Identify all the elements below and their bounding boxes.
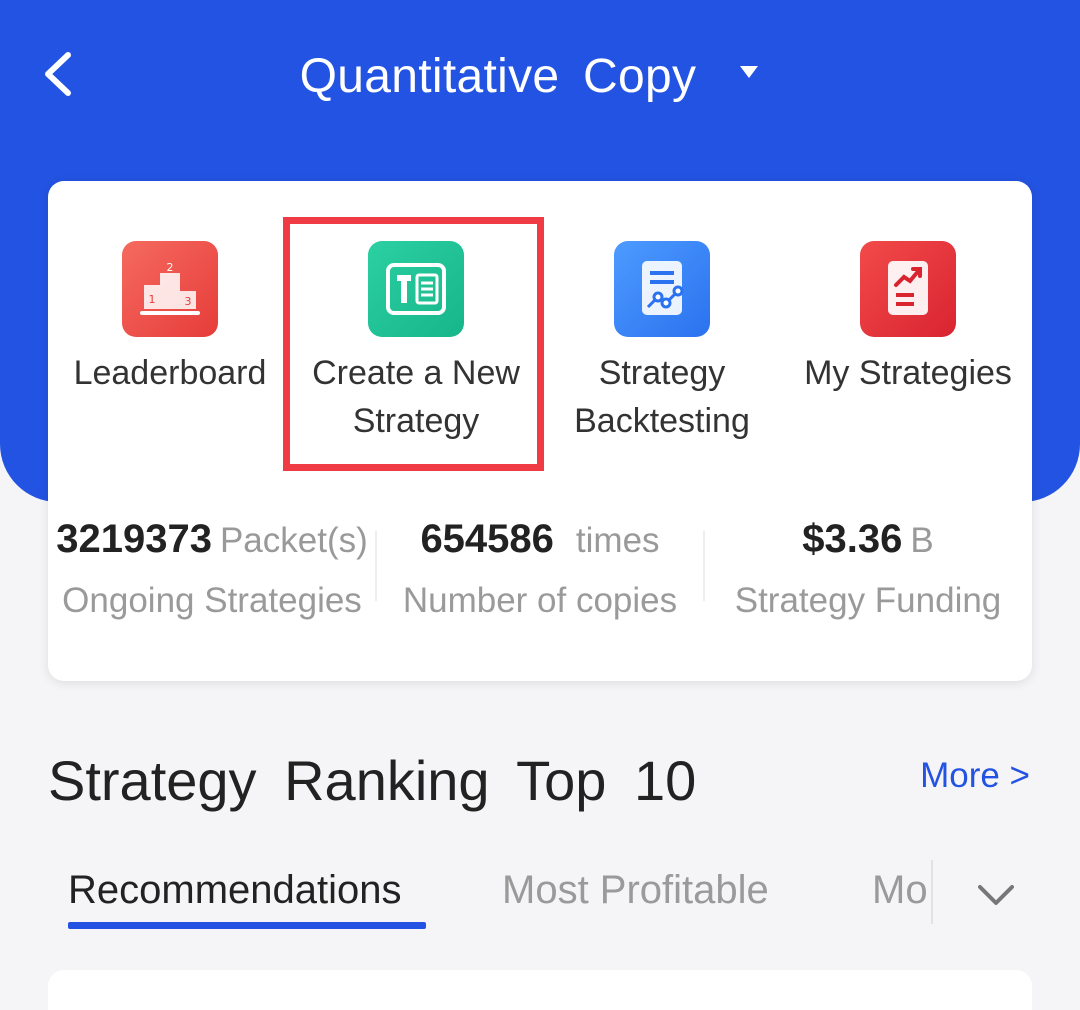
stat-value: $3.36 [802, 517, 903, 561]
tab-divider [931, 860, 933, 924]
stat-label: Number of copies [402, 581, 678, 620]
stat-number-of-copies: 654586 times Number of copies [376, 509, 704, 631]
stat-unit: times [575, 521, 660, 560]
feature-strategy-backtesting[interactable]: Strategy Backtesting [542, 241, 782, 445]
stat-value: 3219373 [56, 517, 212, 561]
stat-unit: B [910, 521, 934, 560]
svg-text:3: 3 [185, 295, 192, 308]
ranking-tabs: Recommendations Most Profitable Mo [0, 860, 1080, 940]
tab-truncated[interactable]: Mo [872, 868, 930, 913]
tool-document-icon [368, 241, 464, 337]
chevron-down-icon [978, 885, 1014, 905]
page-title: Quantitative Copy [299, 49, 697, 103]
feature-label: Strategy Backtesting [574, 354, 750, 440]
tabs-expand-button[interactable] [966, 870, 1026, 920]
back-button[interactable] [28, 42, 88, 106]
stat-label: Ongoing Strategies [62, 581, 362, 620]
ranking-list-card [48, 970, 1032, 1010]
more-link[interactable]: More > [920, 756, 1030, 796]
stat-strategy-funding: $3.36 B Strategy Funding [704, 509, 1032, 631]
stat-ongoing-strategies: 3219373 Packet(s) Ongoing Strategies [48, 509, 376, 631]
section-title: Strategy Ranking Top 10 [48, 749, 697, 812]
features-card: 2 1 3 Leaderboard Create a New Strategy [48, 181, 1032, 681]
svg-text:2: 2 [167, 261, 174, 274]
stat-label: Strategy Funding [734, 581, 1002, 620]
active-tab-indicator [68, 922, 426, 929]
tab-most-profitable[interactable]: Most Profitable [502, 868, 769, 913]
feature-leaderboard[interactable]: 2 1 3 Leaderboard [50, 241, 290, 397]
tab-recommendations[interactable]: Recommendations [68, 868, 402, 913]
feature-create-strategy[interactable]: Create a New Strategy [296, 241, 536, 445]
chart-document-icon [860, 241, 956, 337]
feature-label: Create a New Strategy [312, 354, 520, 440]
stat-value: 654586 [420, 517, 554, 561]
backtest-document-icon [614, 241, 710, 337]
feature-label: Leaderboard [73, 354, 267, 392]
svg-text:1: 1 [149, 293, 156, 306]
feature-label: My Strategies [804, 354, 1012, 392]
feature-my-strategies[interactable]: My Strategies [788, 241, 1028, 397]
podium-icon: 2 1 3 [122, 241, 218, 337]
page-title-dropdown[interactable]: Quantitative Copy [240, 40, 820, 112]
stat-unit: Packet(s) [219, 521, 368, 560]
chevron-left-icon [45, 52, 71, 96]
caret-down-icon [740, 66, 759, 78]
